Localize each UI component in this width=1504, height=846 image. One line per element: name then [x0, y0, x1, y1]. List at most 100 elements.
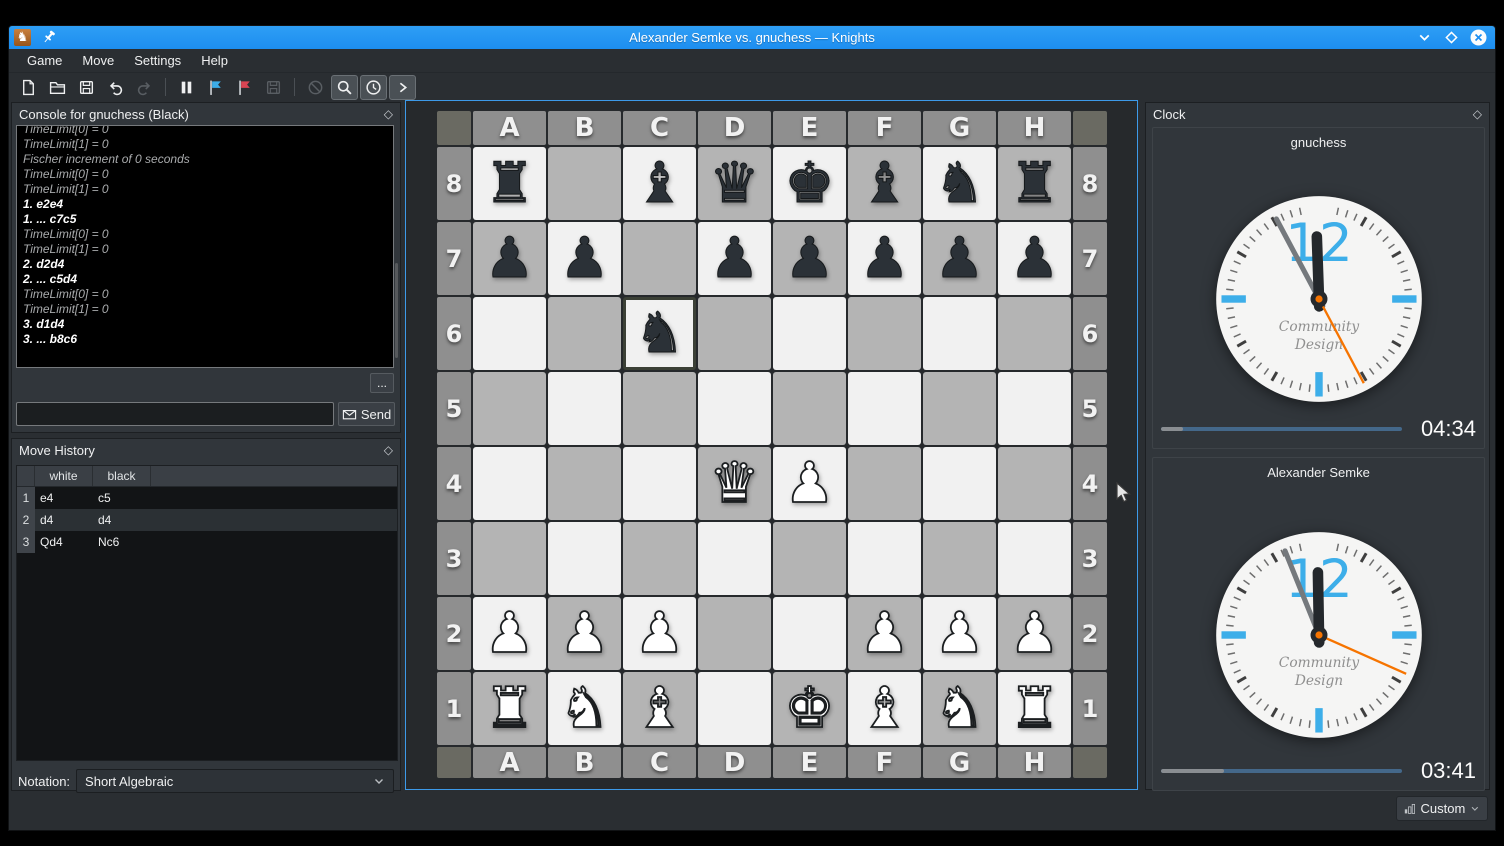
square-b8[interactable]: [548, 147, 621, 220]
square-b1[interactable]: ♞: [548, 672, 621, 745]
square-c3[interactable]: [623, 522, 696, 595]
column-header-white[interactable]: white: [35, 466, 93, 486]
move-white[interactable]: d4: [35, 509, 93, 531]
square-h3[interactable]: [998, 522, 1071, 595]
square-b6[interactable]: [548, 297, 621, 370]
square-h8[interactable]: ♜: [998, 147, 1071, 220]
square-b4[interactable]: [548, 447, 621, 520]
square-a4[interactable]: [473, 447, 546, 520]
square-c6[interactable]: ♞: [623, 297, 696, 370]
square-d6[interactable]: [698, 297, 771, 370]
square-b7[interactable]: ♟: [548, 222, 621, 295]
square-a1[interactable]: ♜: [473, 672, 546, 745]
toolbar-button-magnifier[interactable]: [331, 75, 358, 100]
column-header-black[interactable]: black: [93, 466, 151, 486]
square-b2[interactable]: ♟: [548, 597, 621, 670]
difficulty-select[interactable]: Custom: [1396, 796, 1488, 821]
move-row[interactable]: 3Qd4Nc6: [17, 531, 397, 553]
console-output[interactable]: TimeLimit[0] = 0TimeLimit[1] = 0Fischer …: [16, 125, 394, 368]
square-d2[interactable]: [698, 597, 771, 670]
square-h2[interactable]: ♟: [998, 597, 1071, 670]
menu-item-help[interactable]: Help: [191, 49, 238, 72]
toolbar-button-chevron-right[interactable]: [389, 75, 416, 100]
move-history-float-button[interactable]: ◇: [384, 443, 393, 457]
titlebar[interactable]: ♞ Alexander Semke vs. gnuchess — Knights: [9, 26, 1495, 49]
clock-float-button[interactable]: ◇: [1473, 107, 1482, 121]
square-f1[interactable]: ♝: [848, 672, 921, 745]
pin-icon[interactable]: [41, 29, 57, 45]
move-black[interactable]: Nc6: [93, 531, 151, 553]
square-g6[interactable]: [923, 297, 996, 370]
square-e4[interactable]: ♟: [773, 447, 846, 520]
square-h7[interactable]: ♟: [998, 222, 1071, 295]
toolbar-button-ban[interactable]: [302, 75, 329, 100]
toolbar-button-save[interactable]: [260, 75, 287, 100]
move-white[interactable]: e4: [35, 487, 93, 509]
square-g1[interactable]: ♞: [923, 672, 996, 745]
square-d5[interactable]: [698, 372, 771, 445]
move-white[interactable]: Qd4: [35, 531, 93, 553]
square-d1[interactable]: [698, 672, 771, 745]
console-float-button[interactable]: ◇: [384, 107, 393, 121]
square-c5[interactable]: [623, 372, 696, 445]
console-command-input[interactable]: [16, 402, 334, 426]
square-e8[interactable]: ♚: [773, 147, 846, 220]
square-d3[interactable]: [698, 522, 771, 595]
square-f3[interactable]: [848, 522, 921, 595]
send-button[interactable]: Send: [338, 402, 395, 426]
move-row[interactable]: 2d4d4: [17, 509, 397, 531]
toolbar-button-flag-red[interactable]: [231, 75, 258, 100]
square-g2[interactable]: ♟: [923, 597, 996, 670]
square-e5[interactable]: [773, 372, 846, 445]
square-b5[interactable]: [548, 372, 621, 445]
maximize-button[interactable]: [1443, 29, 1460, 46]
notation-select[interactable]: Short Algebraic: [76, 769, 394, 793]
square-g5[interactable]: [923, 372, 996, 445]
toolbar-button-redo[interactable]: [131, 75, 158, 100]
toolbar-button-undo[interactable]: [102, 75, 129, 100]
square-h4[interactable]: [998, 447, 1071, 520]
toolbar-button-pause[interactable]: [173, 75, 200, 100]
square-b3[interactable]: [548, 522, 621, 595]
toolbar-button-save[interactable]: [73, 75, 100, 100]
console-scrollbar[interactable]: [395, 263, 398, 358]
square-c8[interactable]: ♝: [623, 147, 696, 220]
square-e1[interactable]: ♚: [773, 672, 846, 745]
square-e2[interactable]: [773, 597, 846, 670]
square-e3[interactable]: [773, 522, 846, 595]
toolbar-button-flag-blue[interactable]: [202, 75, 229, 100]
move-black[interactable]: d4: [93, 509, 151, 531]
square-g3[interactable]: [923, 522, 996, 595]
square-h5[interactable]: [998, 372, 1071, 445]
toolbar-button-clock[interactable]: [360, 75, 387, 100]
move-row[interactable]: 1e4c5: [17, 487, 397, 509]
square-d7[interactable]: ♟: [698, 222, 771, 295]
square-e6[interactable]: [773, 297, 846, 370]
square-g7[interactable]: ♟: [923, 222, 996, 295]
square-a5[interactable]: [473, 372, 546, 445]
console-more-button[interactable]: ...: [370, 373, 394, 393]
square-c2[interactable]: ♟: [623, 597, 696, 670]
square-d4[interactable]: ♛: [698, 447, 771, 520]
toolbar-button-folder-open[interactable]: [44, 75, 71, 100]
square-g8[interactable]: ♞: [923, 147, 996, 220]
square-a8[interactable]: ♜: [473, 147, 546, 220]
menu-item-settings[interactable]: Settings: [124, 49, 191, 72]
square-e7[interactable]: ♟: [773, 222, 846, 295]
square-f8[interactable]: ♝: [848, 147, 921, 220]
square-a2[interactable]: ♟: [473, 597, 546, 670]
square-h1[interactable]: ♜: [998, 672, 1071, 745]
minimize-button[interactable]: [1416, 29, 1433, 46]
square-f4[interactable]: [848, 447, 921, 520]
square-f7[interactable]: ♟: [848, 222, 921, 295]
square-c4[interactable]: [623, 447, 696, 520]
toolbar-button-document-new[interactable]: [15, 75, 42, 100]
square-d8[interactable]: ♛: [698, 147, 771, 220]
square-a3[interactable]: [473, 522, 546, 595]
menu-item-move[interactable]: Move: [72, 49, 124, 72]
square-a7[interactable]: ♟: [473, 222, 546, 295]
square-h6[interactable]: [998, 297, 1071, 370]
square-g4[interactable]: [923, 447, 996, 520]
square-c1[interactable]: ♝: [623, 672, 696, 745]
square-a6[interactable]: [473, 297, 546, 370]
